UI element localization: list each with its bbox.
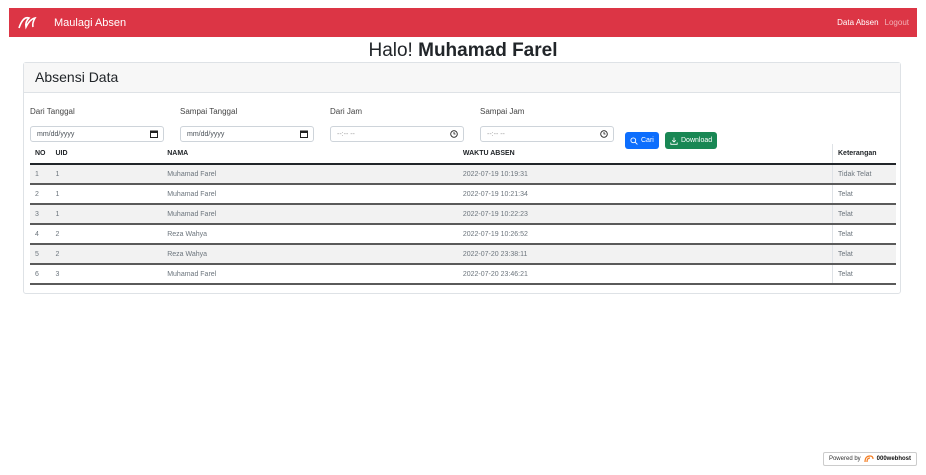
cari-label: Cari	[641, 137, 654, 144]
dari-tanggal-input[interactable]: mm/dd/yyyy	[30, 126, 164, 142]
cell-nama: Muhamad Farel	[162, 264, 458, 285]
calendar-icon[interactable]	[150, 130, 158, 138]
sampai-jam-input[interactable]: --:-- --	[480, 126, 614, 142]
cell-keterangan: Tidak Telat	[832, 164, 896, 185]
cell-uid: 1	[50, 164, 163, 185]
brand-name[interactable]: Maulagi Absen	[54, 17, 126, 29]
navbar: Maulagi Absen Data Absen Logout	[9, 8, 917, 37]
cell-keterangan: Telat	[832, 224, 896, 245]
cell-uid: 2	[50, 224, 163, 245]
nav-link-data-absen[interactable]: Data Absen	[837, 18, 878, 27]
table-row: 1 1 Muhamad Farel 2022-07-19 10:19:31 Ti…	[30, 164, 896, 185]
cell-nama: Muhamad Farel	[162, 204, 458, 225]
sampai-jam-value: --:-- --	[487, 130, 505, 138]
webhost-logo-icon	[864, 455, 874, 463]
app-window: Maulagi Absen Data Absen Logout Halo! Mu…	[9, 8, 917, 470]
webhost-name: 000webhost	[876, 456, 912, 462]
absensi-card: Absensi Data Dari Tanggal mm/dd/yyyy Sam…	[23, 62, 901, 294]
table-row: 2 1 Muhamad Farel 2022-07-19 10:21:34 Te…	[30, 184, 896, 205]
powered-by-badge[interactable]: Powered by 000webhost	[823, 452, 917, 466]
cell-no: 2	[30, 184, 51, 205]
table-row: 3 1 Muhamad Farel 2022-07-19 10:22:23 Te…	[30, 204, 896, 225]
cell-no: 3	[30, 204, 51, 225]
card-title: Absensi Data	[24, 63, 900, 93]
filter-dari-tanggal: Dari Tanggal mm/dd/yyyy	[30, 107, 164, 142]
absensi-table: NO UID NAMA WAKTU ABSEN Keterangan 1 1 M…	[30, 144, 896, 285]
user-name: Muhamad Farel	[418, 40, 558, 61]
cell-uid: 1	[50, 184, 163, 205]
dari-jam-value: --:-- --	[337, 130, 355, 138]
nav-links: Data Absen Logout	[837, 18, 909, 27]
dari-tanggal-label: Dari Tanggal	[30, 107, 75, 116]
sampai-tanggal-label: Sampai Tanggal	[180, 107, 238, 116]
table-row: 4 2 Reza Wahya 2022-07-19 10:26:52 Telat	[30, 224, 896, 245]
calendar-icon[interactable]	[300, 130, 308, 138]
page-title: Halo! Muhamad Farel	[9, 40, 917, 64]
cell-uid: 3	[50, 264, 163, 285]
cell-nama: Reza Wahya	[162, 244, 458, 265]
header-keterangan: Keterangan	[832, 144, 896, 165]
sampai-jam-label: Sampai Jam	[480, 107, 525, 116]
cell-keterangan: Telat	[832, 184, 896, 205]
sampai-tanggal-value: mm/dd/yyyy	[187, 130, 225, 138]
filter-sampai-tanggal: Sampai Tanggal mm/dd/yyyy	[180, 107, 314, 142]
header-uid: UID	[50, 144, 163, 165]
download-label: Download	[681, 137, 713, 144]
cell-no: 4	[30, 224, 51, 245]
table-header-row: NO UID NAMA WAKTU ABSEN Keterangan	[30, 144, 896, 165]
cell-keterangan: Telat	[832, 244, 896, 265]
dari-jam-input[interactable]: --:-- --	[330, 126, 464, 142]
header-nama: NAMA	[162, 144, 458, 165]
table-row: 6 3 Muhamad Farel 2022-07-20 23:46:21 Te…	[30, 264, 896, 285]
header-waktu-absen: WAKTU ABSEN	[457, 144, 833, 165]
cell-nama: Muhamad Farel	[162, 184, 458, 205]
greeting-prefix: Halo!	[368, 40, 413, 61]
table-row: 5 2 Reza Wahya 2022-07-20 23:38:11 Telat	[30, 244, 896, 265]
dari-tanggal-value: mm/dd/yyyy	[37, 130, 75, 138]
cell-no: 5	[30, 244, 51, 265]
cell-no: 1	[30, 164, 51, 185]
cell-waktu: 2022-07-19 10:19:31	[457, 164, 833, 185]
cell-uid: 2	[50, 244, 163, 265]
cell-keterangan: Telat	[832, 204, 896, 225]
dari-jam-label: Dari Jam	[330, 107, 363, 116]
cell-waktu: 2022-07-19 10:22:23	[457, 204, 833, 225]
filter-dari-jam: Dari Jam --:-- --	[330, 107, 464, 142]
cell-waktu: 2022-07-20 23:46:21	[457, 264, 833, 285]
cell-uid: 1	[50, 204, 163, 225]
powered-by-label: Powered by	[828, 456, 861, 462]
header-no: NO	[30, 144, 51, 165]
cell-keterangan: Telat	[832, 264, 896, 285]
cell-no: 6	[30, 264, 51, 285]
clock-icon[interactable]	[450, 130, 458, 138]
brand-logo-icon[interactable]	[17, 13, 43, 33]
filter-sampai-jam: Sampai Jam --:-- --	[480, 107, 614, 142]
cell-waktu: 2022-07-19 10:21:34	[457, 184, 833, 205]
cell-nama: Muhamad Farel	[162, 164, 458, 185]
nav-link-logout[interactable]: Logout	[885, 18, 909, 27]
cell-waktu: 2022-07-20 23:38:11	[457, 244, 833, 265]
filter-form: Dari Tanggal mm/dd/yyyy Sampai Tanggal m…	[30, 107, 900, 149]
cell-waktu: 2022-07-19 10:26:52	[457, 224, 833, 245]
sampai-tanggal-input[interactable]: mm/dd/yyyy	[180, 126, 314, 142]
clock-icon[interactable]	[600, 130, 608, 138]
cell-nama: Reza Wahya	[162, 224, 458, 245]
